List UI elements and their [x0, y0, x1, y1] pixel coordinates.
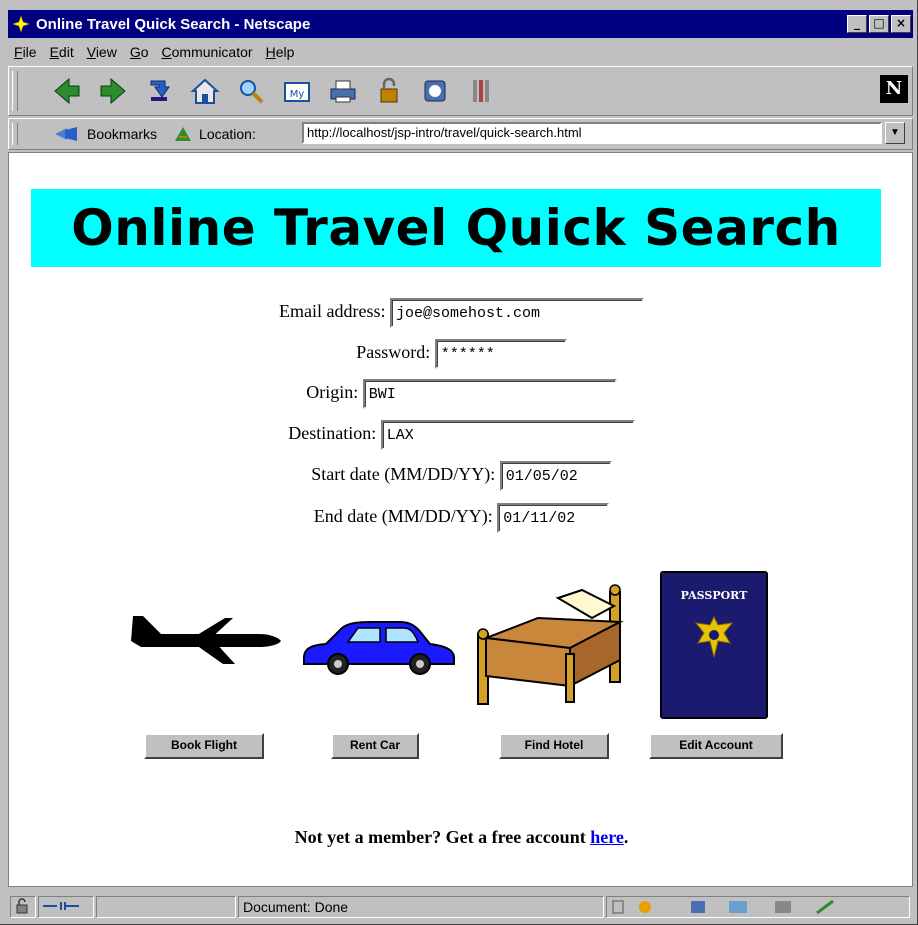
eagle-seal-icon	[694, 615, 734, 658]
back-icon[interactable]	[51, 75, 83, 107]
password-field[interactable]	[434, 339, 567, 369]
passport-icon: PASSPORT	[660, 571, 768, 719]
netscape-logo[interactable]: N	[880, 75, 908, 103]
menu-view[interactable]: View	[87, 44, 117, 60]
location-url-input[interactable]: http://localhost/jsp-intro/travel/quick-…	[302, 122, 882, 144]
location-toolbar: Bookmarks Location: http://localhost/jsp…	[8, 118, 913, 150]
end-date-field[interactable]	[497, 503, 610, 533]
origin-field[interactable]	[362, 379, 617, 409]
destination-field[interactable]	[380, 420, 635, 450]
menu-bar: File Edit View Go Communicator Help	[8, 40, 913, 64]
toolbar-grip[interactable]	[12, 71, 18, 111]
password-label: Password:	[356, 342, 431, 363]
component-bar	[606, 896, 910, 918]
menu-communicator[interactable]: Communicator	[162, 44, 253, 60]
rent-car-button[interactable]: Rent Car	[331, 733, 419, 759]
end-date-label: End date (MM/DD/YY):	[313, 506, 493, 527]
reload-icon[interactable]	[143, 75, 175, 107]
svg-text:My: My	[290, 89, 305, 100]
book-flight-button[interactable]: Book Flight	[144, 733, 264, 759]
location-icon	[175, 127, 192, 141]
page-content: Online Travel Quick Search Email address…	[8, 152, 913, 887]
component-bar-icons[interactable]	[607, 897, 907, 917]
security-status-icon[interactable]	[10, 896, 36, 918]
minimize-button[interactable]: _	[847, 15, 867, 33]
edit-account-button[interactable]: Edit Account	[649, 733, 783, 759]
signup-suffix: .	[623, 827, 629, 847]
menu-file[interactable]: File	[14, 44, 37, 60]
connection-status-icon	[38, 896, 94, 918]
title-bar[interactable]: Online Travel Quick Search - Netscape _ …	[8, 10, 913, 38]
forward-icon[interactable]	[97, 75, 129, 107]
netscape-app-icon	[12, 15, 30, 33]
email-label: Email address:	[279, 301, 386, 322]
start-date-row: Start date (MM/DD/YY):	[9, 461, 912, 491]
plug-icon	[43, 902, 79, 910]
airplane-icon	[131, 616, 281, 664]
signup-text: Not yet a member? Get a free account	[294, 827, 591, 847]
location-dropdown-button[interactable]: ▼	[885, 122, 905, 144]
find-hotel-button[interactable]: Find Hotel	[499, 733, 609, 759]
bookmarks-icon[interactable]	[53, 125, 81, 143]
email-field[interactable]	[389, 298, 644, 328]
origin-label: Origin:	[306, 382, 359, 403]
bookmarks-label[interactable]: Bookmarks	[87, 126, 157, 142]
status-text: Document: Done	[238, 896, 604, 918]
origin-row: Origin:	[9, 379, 912, 409]
signup-link[interactable]: here	[590, 827, 624, 847]
location-toolbar-grip[interactable]	[12, 123, 18, 145]
security-icon[interactable]	[373, 75, 405, 107]
padlock-icon	[16, 898, 28, 914]
page-heading: Online Travel Quick Search	[31, 189, 881, 267]
location-label: Location:	[199, 126, 256, 142]
passport-label: PASSPORT	[680, 589, 748, 602]
menu-edit[interactable]: Edit	[50, 44, 74, 60]
progress-bar	[96, 896, 236, 918]
password-row: Password:	[9, 339, 912, 369]
signup-message: Not yet a member? Get a free account her…	[9, 827, 912, 848]
start-date-label: Start date (MM/DD/YY):	[311, 464, 496, 485]
maximize-button[interactable]: □	[869, 15, 889, 33]
navigation-toolbar: My N	[8, 66, 913, 116]
menu-help[interactable]: Help	[266, 44, 295, 60]
bed-icon	[477, 584, 624, 705]
email-row: Email address:	[9, 298, 912, 328]
browser-window: Online Travel Quick Search - Netscape _ …	[0, 0, 918, 925]
status-bar: Document: Done	[8, 892, 913, 922]
destination-label: Destination:	[288, 423, 377, 444]
search-icon[interactable]	[235, 75, 267, 107]
start-date-field[interactable]	[499, 461, 612, 491]
stop-icon[interactable]	[465, 75, 497, 107]
car-icon	[303, 621, 455, 675]
print-icon[interactable]	[327, 75, 359, 107]
shop-icon[interactable]	[419, 75, 451, 107]
destination-row: Destination:	[9, 420, 912, 450]
home-icon[interactable]	[189, 75, 221, 107]
end-date-row: End date (MM/DD/YY):	[9, 503, 912, 533]
my-netscape-icon[interactable]: My	[281, 75, 313, 107]
menu-go[interactable]: Go	[130, 44, 149, 60]
close-button[interactable]: ×	[891, 15, 911, 33]
window-title: Online Travel Quick Search - Netscape	[36, 15, 311, 33]
